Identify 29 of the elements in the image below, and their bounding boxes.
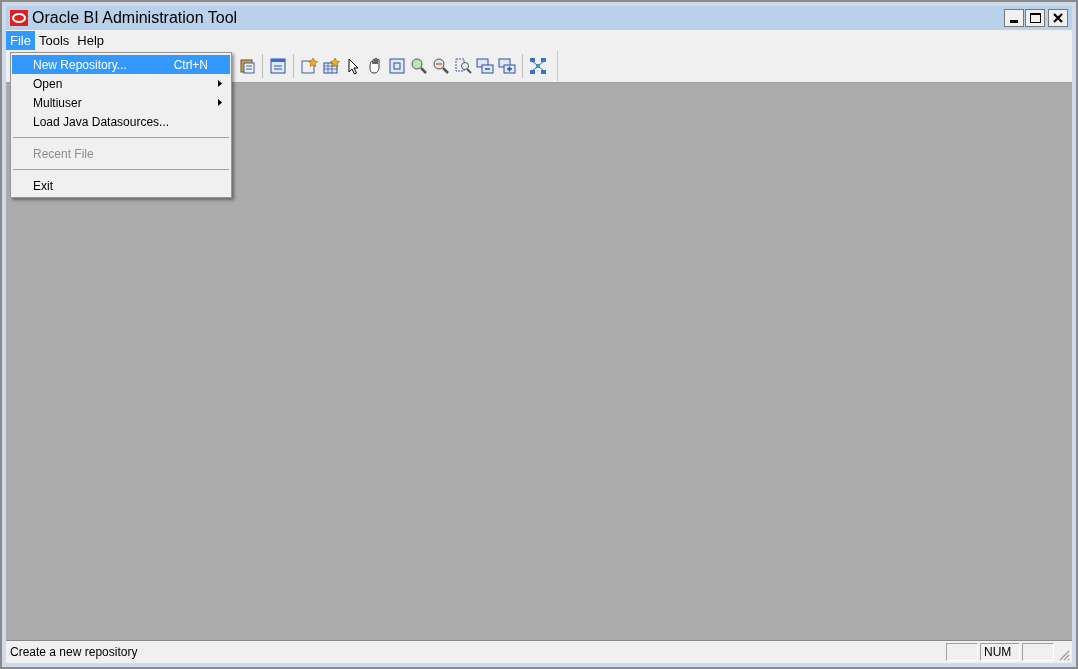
close-button[interactable] [1048, 9, 1068, 27]
window-title: Oracle BI Administration Tool [32, 8, 238, 28]
zoom-in-icon[interactable] [410, 57, 428, 75]
zoom-out-icon[interactable] [432, 57, 450, 75]
fit-view-icon[interactable] [388, 57, 406, 75]
clipboard-icon[interactable] [238, 57, 256, 75]
maximize-icon [1029, 13, 1041, 23]
expand-icon[interactable] [498, 57, 516, 75]
table-star-icon[interactable] [322, 57, 340, 75]
status-pane [946, 643, 978, 661]
magnifier-icon[interactable] [454, 57, 472, 75]
network-icon[interactable] [529, 57, 547, 75]
collapse-icon[interactable] [476, 57, 494, 75]
close-icon [1053, 13, 1063, 23]
status-pane [1022, 643, 1054, 661]
resize-grip-icon [1058, 649, 1070, 661]
menu-item[interactable]: Exit [12, 176, 230, 195]
num-lock-indicator: NUM [980, 643, 1020, 661]
minimize-button[interactable] [1004, 9, 1024, 27]
minimize-icon [1010, 20, 1018, 23]
menu-item[interactable]: Load Java Datasources... [12, 112, 230, 131]
status-message: Create a new repository [10, 644, 138, 661]
menu-item[interactable]: Multiuser [12, 93, 230, 112]
maximize-button[interactable] [1025, 9, 1045, 27]
window-icon[interactable] [269, 57, 287, 75]
menu-bar-item[interactable]: Help [73, 31, 109, 50]
menu-item[interactable]: Open [12, 74, 230, 93]
app-logo-icon [10, 10, 28, 26]
menu-bar-item[interactable]: Tools [34, 31, 74, 50]
